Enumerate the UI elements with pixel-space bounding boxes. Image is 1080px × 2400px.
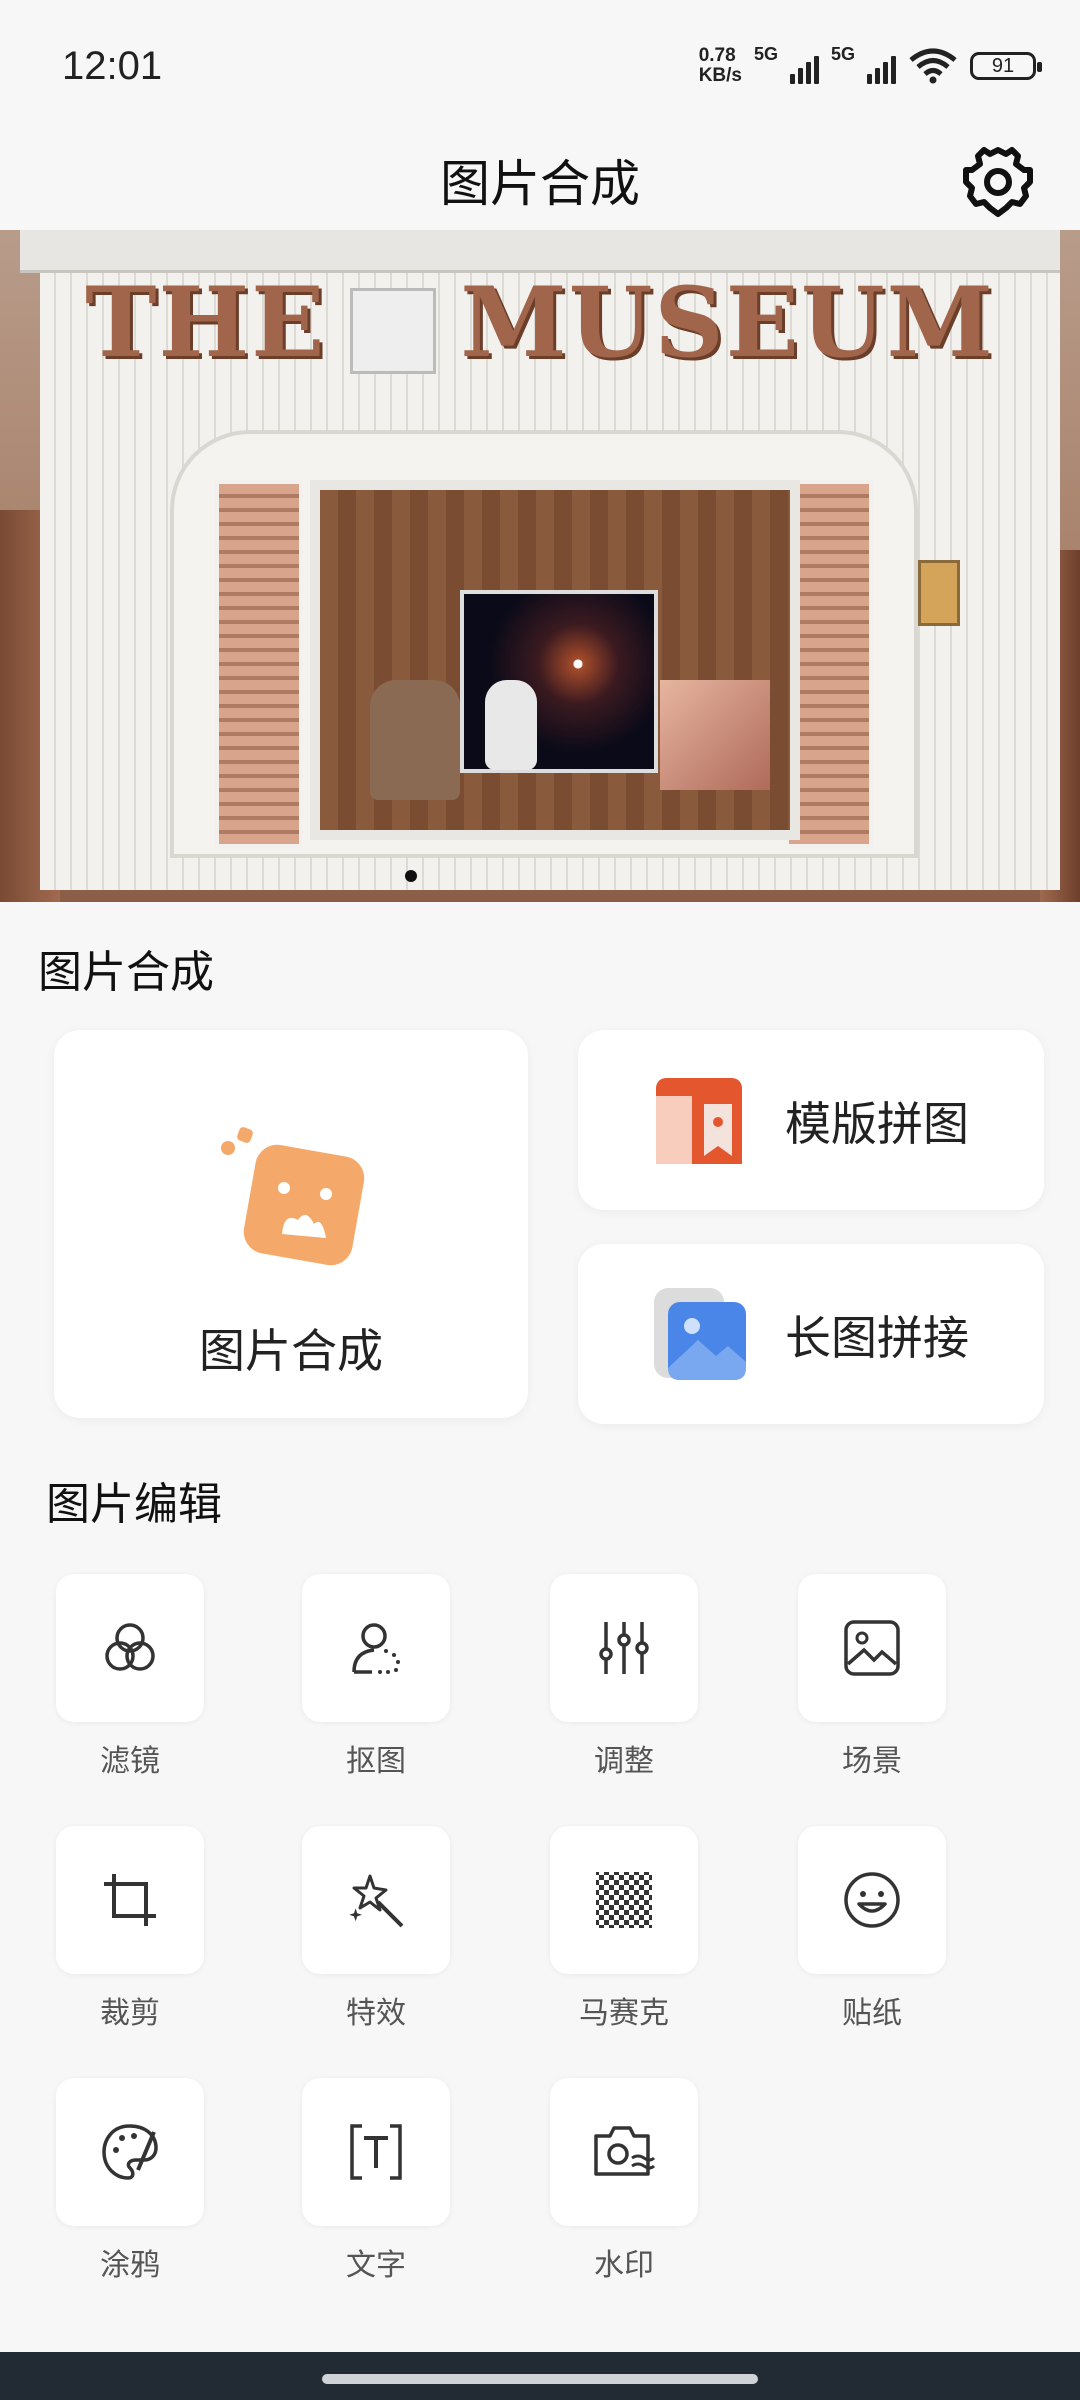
tool-label: 文字 — [346, 2248, 406, 2283]
network-speed: 0.78 KB/s — [699, 46, 742, 86]
app-bar: 图片合成 — [0, 130, 1080, 230]
tool-label: 抠图 — [346, 1744, 406, 1779]
long-image-stitch-icon — [654, 1288, 746, 1380]
tool-label: 贴纸 — [842, 1996, 902, 2031]
watermark-camera-icon — [594, 2126, 656, 2176]
tool-label: 特效 — [346, 1996, 406, 2031]
page-title: 图片合成 — [440, 155, 640, 213]
text-icon — [350, 2124, 402, 2180]
network-speed-unit: KB/s — [698, 65, 742, 86]
system-nav-bar — [0, 2352, 1080, 2400]
tool-sticker[interactable]: 贴纸 — [798, 1826, 946, 2032]
banner-sign-frame — [350, 288, 437, 375]
adjust-sliders-icon — [599, 1622, 649, 1674]
sim2-network-type: 5G — [831, 44, 856, 64]
tool-doodle[interactable]: 涂鸦 — [56, 2078, 204, 2284]
tool-mosaic[interactable]: 马赛克 — [550, 1826, 698, 2032]
banner-chair — [370, 680, 460, 800]
settings-button[interactable] — [960, 144, 1036, 220]
banner-astronaut — [485, 680, 537, 770]
tool-cutout[interactable]: 抠图 — [302, 1574, 450, 1780]
wifi-icon — [909, 48, 957, 84]
banner-sign-left: THE — [85, 266, 327, 379]
tool-crop[interactable]: 裁剪 — [56, 1826, 204, 2032]
long-image-stitch-card[interactable]: 长图拼接 — [578, 1244, 1044, 1424]
tool-label: 水印 — [594, 2248, 654, 2283]
status-time: 12:01 — [62, 44, 163, 88]
museum-banner[interactable]: THE MUSEUM — [0, 230, 1080, 902]
scene-image-icon — [844, 1620, 900, 1676]
palette-icon — [102, 2124, 158, 2180]
filter-icon — [105, 1623, 155, 1671]
template-collage-card[interactable]: 模版拼图 — [578, 1030, 1044, 1210]
photo-compose-card[interactable]: 图片合成 — [54, 1030, 528, 1418]
status-bar: 12:01 0.78 KB/s 5G 5G 91 — [0, 0, 1080, 130]
banner-lamp — [918, 560, 960, 626]
photo-compose-icon — [221, 1127, 365, 1266]
magic-wand-icon — [349, 1874, 404, 1928]
compose-section-title: 图片合成 — [38, 947, 214, 998]
edit-section-title: 图片编辑 — [46, 1479, 222, 1530]
tool-label: 马赛克 — [579, 1996, 669, 2031]
signal-sim1-icon: 5G — [754, 44, 819, 84]
banner-painting — [660, 680, 770, 790]
cutout-icon — [352, 1623, 400, 1674]
sticker-smile-icon — [844, 1872, 900, 1928]
tool-filter[interactable]: 滤镜 — [56, 1574, 204, 1780]
network-speed-value: 0.78 — [698, 45, 736, 66]
pager-dot-active[interactable] — [405, 870, 417, 882]
photo-compose-label: 图片合成 — [199, 1324, 383, 1378]
banner-sign: THE MUSEUM — [0, 266, 1080, 379]
status-indicators: 0.78 KB/s 5G 5G 91 — [699, 44, 1042, 86]
battery-indicator: 91 — [970, 52, 1042, 80]
tool-effects[interactable]: 特效 — [302, 1826, 450, 2032]
tool-scene[interactable]: 场景 — [798, 1574, 946, 1780]
template-collage-icon — [656, 1078, 742, 1164]
tool-label: 裁剪 — [100, 1996, 160, 2031]
tool-adjust[interactable]: 调整 — [550, 1574, 698, 1780]
tool-text[interactable]: 文字 — [302, 2078, 450, 2284]
banner-sign-right: MUSEUM — [460, 266, 995, 379]
template-collage-label: 模版拼图 — [785, 1097, 969, 1151]
banner-window — [310, 480, 800, 840]
tool-label: 滤镜 — [100, 1744, 160, 1779]
long-image-stitch-label: 长图拼接 — [785, 1311, 969, 1365]
home-gesture-handle[interactable] — [322, 2374, 758, 2384]
gear-icon — [963, 147, 1033, 217]
crop-icon — [104, 1874, 156, 1926]
banner-shutter-left — [215, 480, 303, 848]
mosaic-icon — [596, 1872, 652, 1928]
tool-label: 场景 — [842, 1744, 902, 1779]
sim1-network-type: 5G — [754, 44, 779, 64]
signal-sim2-icon: 5G — [831, 44, 896, 84]
tool-label: 调整 — [594, 1744, 654, 1779]
tool-watermark[interactable]: 水印 — [550, 2078, 698, 2284]
tool-label: 涂鸦 — [100, 2248, 160, 2283]
